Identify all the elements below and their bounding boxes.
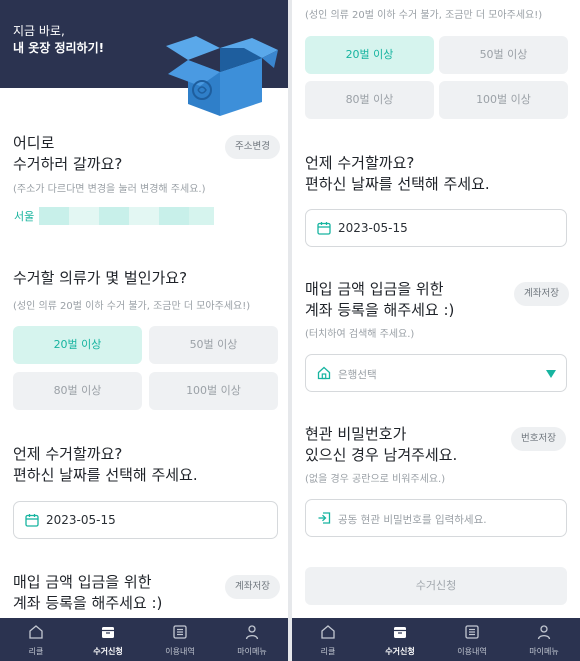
- schedule-title-line1-scrolled: 언제 수거할까요?: [305, 154, 415, 172]
- account-title-line1: 매입 금액 입금을 위한: [13, 573, 152, 591]
- schedule-title-line1: 언제 수거할까요?: [13, 445, 123, 463]
- list-icon: [465, 625, 479, 639]
- address-hint: (주소가 다르다면 변경을 눌러 변경해 주세요.): [13, 184, 206, 195]
- person-icon: [537, 625, 551, 640]
- quantity-hint: (성인 의류 20벌 이하 수거 불가, 조금만 더 모아주세요!): [13, 301, 251, 312]
- bank-icon: [317, 366, 331, 380]
- chevron-down-icon: [546, 370, 556, 378]
- address-city: 서울: [14, 210, 35, 223]
- address-title-line1: 어디로: [13, 134, 55, 152]
- tab-label-home: 리클: [28, 647, 44, 656]
- quantity-title: 수거할 의류가 몇 벌인가요?: [13, 269, 188, 287]
- tab-label-my-menu: 마이메뉴: [529, 647, 559, 656]
- password-field[interactable]: 공동 현관 비밀번호를 입력하세요.: [305, 499, 567, 537]
- account-title-line2: 계좌 등록을 해주세요 :): [13, 594, 163, 612]
- option-50[interactable]: 50벌 이상: [149, 326, 278, 364]
- date-field-scrolled[interactable]: 2023-05-15: [305, 209, 567, 247]
- bank-select[interactable]: 은행선택: [305, 354, 567, 392]
- option-20-scrolled[interactable]: 20벌 이상: [305, 36, 434, 74]
- option-100[interactable]: 100벌 이상: [149, 372, 278, 410]
- bank-select-placeholder: 은행선택: [338, 369, 377, 381]
- tab-history[interactable]: 이용내역: [436, 618, 508, 661]
- banner-text-line2: 내 옷장 정리하기!: [13, 41, 105, 55]
- tab-label-home: 리클: [320, 647, 336, 656]
- tab-my-menu[interactable]: 마이메뉴: [508, 618, 580, 661]
- tab-pickup-request[interactable]: 수거신청: [72, 618, 144, 661]
- schedule-title-scrolled: 언제 수거할까요? 편하신 날짜를 선택해 주세요.: [305, 153, 490, 195]
- address-redacted: [39, 207, 214, 225]
- calendar-icon: [317, 222, 331, 235]
- option-80[interactable]: 80벌 이상: [13, 372, 142, 410]
- bottom-tab-bar: 리클 수거신청 이용내역 마이메뉴: [0, 618, 288, 661]
- box-icon: [102, 627, 114, 638]
- tab-home[interactable]: 리클: [292, 618, 364, 661]
- bottom-tab-bar: 리클 수거신청 이용내역 마이메뉴: [292, 618, 580, 661]
- address-title: 어디로 수거하러 갈까요?: [13, 133, 122, 175]
- quantity-hint-scrolled: (성인 의류 20벌 이하 수거 불가, 조금만 더 모아주세요!): [305, 10, 543, 21]
- option-20[interactable]: 20벌 이상: [13, 326, 142, 364]
- account-title: 매입 금액 입금을 위한 계좌 등록을 해주세요 :): [13, 572, 162, 614]
- option-50-scrolled[interactable]: 50벌 이상: [439, 36, 568, 74]
- left-screen: 지금 바로, 내 옷장 정리하기! 어디로 수거하러 갈까요? 주소변경 (주소…: [0, 0, 288, 661]
- tab-label-pickup-request: 수거신청: [93, 647, 123, 656]
- date-value-scrolled: 2023-05-15: [338, 221, 408, 235]
- address-title-line2: 수거하러 갈까요?: [13, 155, 123, 173]
- home-icon: [29, 625, 43, 639]
- password-title-line2: 있으신 경우 남겨주세요.: [305, 446, 458, 464]
- password-title-line1: 현관 비밀번호가: [305, 425, 407, 443]
- account-title-line2-scrolled: 계좌 등록을 해주세요 :): [305, 301, 455, 319]
- person-icon: [245, 625, 259, 640]
- tab-pickup-request[interactable]: 수거신청: [364, 618, 436, 661]
- option-100-scrolled[interactable]: 100벌 이상: [439, 81, 568, 119]
- schedule-title-line2-scrolled: 편하신 날짜를 선택해 주세요.: [305, 175, 490, 193]
- right-screen: (성인 의류 20벌 이하 수거 불가, 조금만 더 모아주세요!) 20벌 이…: [292, 0, 580, 661]
- account-title-scrolled: 매입 금액 입금을 위한 계좌 등록을 해주세요 :): [305, 279, 454, 321]
- calendar-icon: [25, 514, 39, 527]
- save-account-button-scrolled[interactable]: 계좌저장: [514, 282, 569, 306]
- home-icon: [321, 625, 335, 639]
- tab-history[interactable]: 이용내역: [144, 618, 216, 661]
- tab-label-history: 이용내역: [165, 647, 195, 656]
- change-address-button[interactable]: 주소변경: [225, 135, 280, 159]
- tab-label-my-menu: 마이메뉴: [237, 647, 267, 656]
- submit-pickup-button[interactable]: 수거신청: [305, 567, 567, 605]
- option-80-scrolled[interactable]: 80벌 이상: [305, 81, 434, 119]
- date-value: 2023-05-15: [46, 513, 116, 527]
- tab-my-menu[interactable]: 마이메뉴: [216, 618, 288, 661]
- date-field[interactable]: 2023-05-15: [13, 501, 278, 539]
- tab-label-pickup-request: 수거신청: [385, 647, 415, 656]
- account-hint: (터치하여 검색해 주세요.): [305, 329, 415, 340]
- banner-text-line1: 지금 바로,: [13, 24, 65, 38]
- schedule-title-line2: 편하신 날짜를 선택해 주세요.: [13, 466, 198, 484]
- tab-home[interactable]: 리클: [0, 618, 72, 661]
- enter-icon: [318, 512, 331, 524]
- account-title-line1-scrolled: 매입 금액 입금을 위한: [305, 280, 444, 298]
- box-illustration: [166, 36, 278, 116]
- save-account-button[interactable]: 계좌저장: [225, 575, 280, 599]
- password-placeholder: 공동 현관 비밀번호를 입력하세요.: [338, 514, 487, 526]
- tab-label-history: 이용내역: [457, 647, 487, 656]
- password-hint: (없을 경우 공란으로 비워주세요.): [305, 474, 446, 485]
- password-title: 현관 비밀번호가 있으신 경우 남겨주세요.: [305, 424, 457, 466]
- list-icon: [173, 625, 187, 639]
- box-icon: [394, 627, 406, 638]
- save-password-button[interactable]: 번호저장: [511, 427, 566, 451]
- schedule-title: 언제 수거할까요? 편하신 날짜를 선택해 주세요.: [13, 444, 198, 486]
